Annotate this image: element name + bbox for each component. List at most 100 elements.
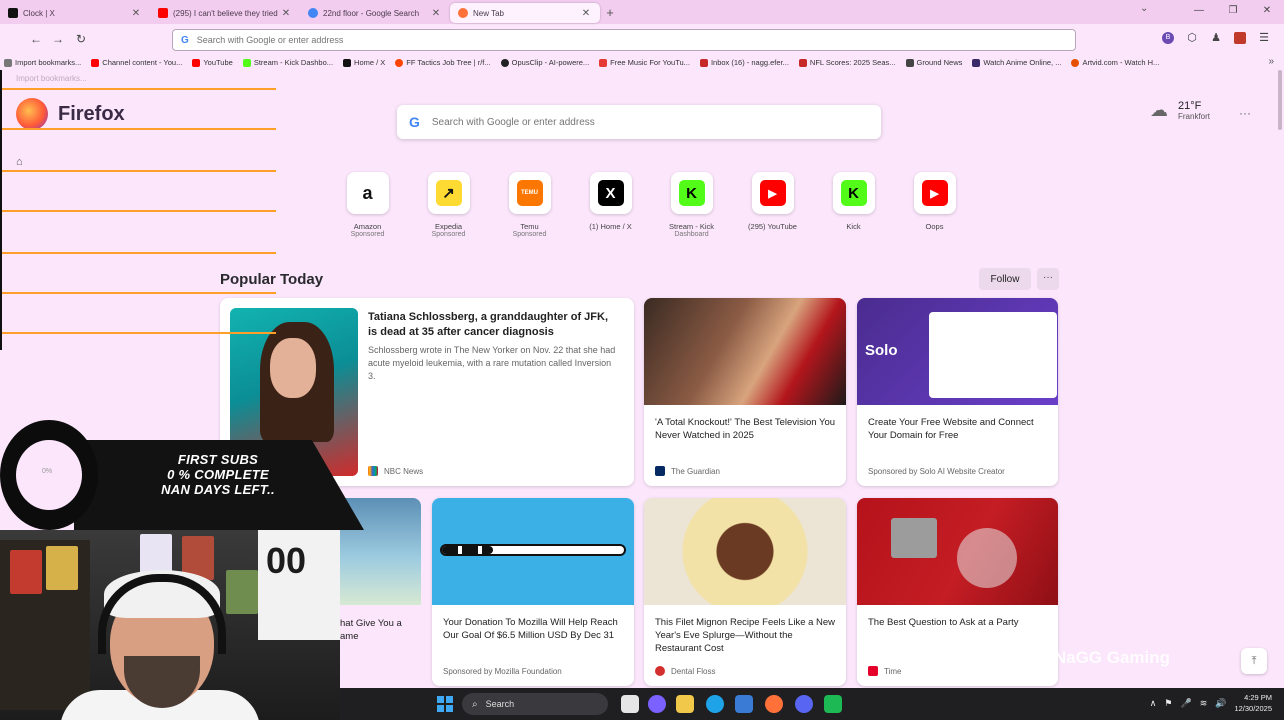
- house-icon: ⌂: [16, 156, 23, 168]
- extensions-icon[interactable]: ⬡: [1186, 32, 1198, 44]
- sponsored-card[interactable]: Solo Create Your Free Website and Connec…: [857, 298, 1058, 486]
- shortcut-tile[interactable]: ▶: [913, 172, 956, 214]
- guardian-icon: [655, 466, 665, 476]
- shortcut-tile[interactable]: K: [670, 172, 713, 214]
- tab-clock[interactable]: Clock | X ✕: [0, 3, 150, 23]
- bookmark-kick[interactable]: Stream - Kick Dashbo...: [242, 58, 333, 67]
- list-all-tabs-icon[interactable]: ⌄: [1140, 3, 1148, 14]
- shortcut-youtube[interactable]: ▶ (295) YouTube: [732, 172, 813, 238]
- google-engine-icon[interactable]: G: [181, 35, 189, 46]
- file-explorer-icon[interactable]: [676, 695, 694, 713]
- banner-line: NAN DAYS LEFT..: [161, 482, 275, 497]
- bookmark-anime[interactable]: Watch Anime Online, ...: [972, 58, 1061, 67]
- store-icon[interactable]: [735, 695, 753, 713]
- story-card[interactable]: This Filet Mignon Recipe Feels Like a Ne…: [644, 498, 846, 686]
- volume-icon[interactable]: 🔊: [1215, 698, 1226, 709]
- banner-line: 0 % COMPLETE: [167, 467, 269, 482]
- reload-icon[interactable]: ↻: [76, 32, 86, 46]
- scroll-to-top-icon[interactable]: ⤒: [1241, 648, 1267, 674]
- tab-google-search[interactable]: 22nd floor - Google Search ✕: [300, 3, 450, 23]
- app-green-icon[interactable]: [824, 695, 842, 713]
- overlay-divider: [0, 252, 276, 254]
- overlay-divider: [0, 88, 276, 90]
- overlay-edge: [0, 70, 2, 350]
- page-scrollbar[interactable]: [1278, 70, 1282, 130]
- shortcut-tile[interactable]: TEMU: [508, 172, 551, 214]
- gift-illustration: [891, 518, 937, 558]
- profile-icon[interactable]: ♟: [1210, 32, 1222, 44]
- artvid-icon: [1071, 58, 1080, 67]
- copilot-icon[interactable]: [648, 695, 666, 713]
- tab-new-tab[interactable]: New Tab ✕: [450, 3, 600, 23]
- bookmark-import[interactable]: Import bookmarks...: [4, 58, 81, 67]
- shortcut-temu[interactable]: TEMU Temu Sponsored: [489, 172, 570, 238]
- tray-app-icon[interactable]: ⚑: [1164, 698, 1172, 709]
- bookmark-inbox[interactable]: Inbox (16) - nagg.efer...: [699, 58, 789, 67]
- back-icon[interactable]: ←: [30, 32, 42, 46]
- bookmark-x[interactable]: Home / X: [343, 58, 385, 67]
- bookmark-ground-news[interactable]: Ground News: [905, 58, 962, 67]
- opusclip-icon: [500, 58, 509, 67]
- windows-start-icon[interactable]: [437, 696, 453, 712]
- new-tab-button[interactable]: +: [600, 5, 620, 20]
- wifi-icon[interactable]: ≋: [1200, 698, 1208, 709]
- bookmark-opusclip[interactable]: OpusClip - AI-powere...: [500, 58, 589, 67]
- restore-button[interactable]: ❐: [1216, 0, 1250, 24]
- tab-close-icon[interactable]: ✕: [580, 8, 592, 19]
- newtab-search-input[interactable]: [431, 116, 832, 128]
- bookmark-nfl[interactable]: NFL Scores: 2025 Seas...: [798, 58, 896, 67]
- shortcut-kick-dashboard[interactable]: K Stream - Kick Dashboard: [651, 172, 732, 238]
- shortcut-tile[interactable]: X: [589, 172, 632, 214]
- story-card[interactable]: 'A Total Knockout!' The Best Television …: [644, 298, 846, 486]
- weather-widget[interactable]: ☁ 21°F Frankfort: [1150, 100, 1210, 121]
- weather-more-icon[interactable]: ···: [1239, 106, 1251, 120]
- minimize-button[interactable]: —: [1182, 0, 1216, 24]
- forward-icon[interactable]: →: [52, 32, 64, 46]
- extension-purple-icon[interactable]: B: [1162, 32, 1174, 44]
- bookmarks-overflow-icon[interactable]: »: [1268, 56, 1274, 67]
- close-window-button[interactable]: ✕: [1250, 0, 1284, 24]
- discord-icon[interactable]: [795, 695, 813, 713]
- shortcut-tile[interactable]: a: [346, 172, 389, 214]
- sponsored-card[interactable]: Your Donation To Mozilla Will Help Reach…: [432, 498, 634, 686]
- tab-youtube[interactable]: (295) I can't believe they tried to F*CK…: [150, 3, 300, 23]
- firefox-icon[interactable]: [765, 695, 783, 713]
- edge-icon[interactable]: [706, 695, 724, 713]
- tab-strip: Clock | X ✕ (295) I can't believe they t…: [0, 0, 1284, 24]
- bookmark-free-music[interactable]: Free Music For YouTu...: [599, 58, 690, 67]
- shortcut-x-home[interactable]: X (1) Home / X: [570, 172, 651, 238]
- jersey-number: 00: [266, 540, 307, 581]
- follow-button[interactable]: Follow: [979, 268, 1031, 290]
- shortcut-sublabel: Sponsored: [512, 231, 547, 238]
- address-bar[interactable]: G: [172, 29, 1076, 51]
- shortcut-oops[interactable]: ▶ Oops: [894, 172, 975, 238]
- microphone-icon[interactable]: 🎤: [1180, 698, 1191, 709]
- extension-red-icon[interactable]: [1234, 32, 1246, 44]
- shortcut-tile[interactable]: ▶: [751, 172, 794, 214]
- shortcut-tile[interactable]: K: [832, 172, 875, 214]
- story-title[interactable]: Tatiana Schlossberg, a granddaughter of …: [368, 310, 620, 340]
- shortcut-kick[interactable]: K Kick: [813, 172, 894, 238]
- menu-icon[interactable]: ☰: [1258, 32, 1270, 44]
- shortcut-label: Temu: [520, 222, 539, 231]
- address-input[interactable]: [196, 35, 797, 45]
- shortcut-sublabel: Sponsored: [350, 231, 385, 238]
- donation-progress-bar: [440, 544, 626, 556]
- tab-close-icon[interactable]: ✕: [280, 8, 292, 19]
- tab-close-icon[interactable]: ✕: [130, 8, 142, 19]
- newtab-search-box[interactable]: G: [397, 105, 881, 139]
- story-source: Sponsored by Mozilla Foundation: [443, 667, 562, 676]
- taskbar-clock[interactable]: 4:29 PM 12/30/2025: [1234, 692, 1272, 714]
- popular-more-icon[interactable]: ···: [1037, 268, 1059, 290]
- shortcut-tile[interactable]: ↗: [427, 172, 470, 214]
- task-view-icon[interactable]: [621, 695, 639, 713]
- bookmark-reddit[interactable]: FF Tactics Job Tree | r/f...: [395, 58, 491, 67]
- tray-overflow-icon[interactable]: ∧: [1150, 698, 1157, 709]
- shortcut-expedia[interactable]: ↗ Expedia Sponsored: [408, 172, 489, 238]
- bookmark-channel-content[interactable]: Channel content - You...: [91, 58, 182, 67]
- taskbar-search[interactable]: ⌕ Search: [462, 693, 608, 715]
- bookmark-artvid[interactable]: Artvid.com - Watch H...: [1071, 58, 1159, 67]
- tab-close-icon[interactable]: ✕: [430, 8, 442, 19]
- bookmark-youtube[interactable]: YouTube: [192, 58, 233, 67]
- shortcut-amazon[interactable]: a Amazon Sponsored: [327, 172, 408, 238]
